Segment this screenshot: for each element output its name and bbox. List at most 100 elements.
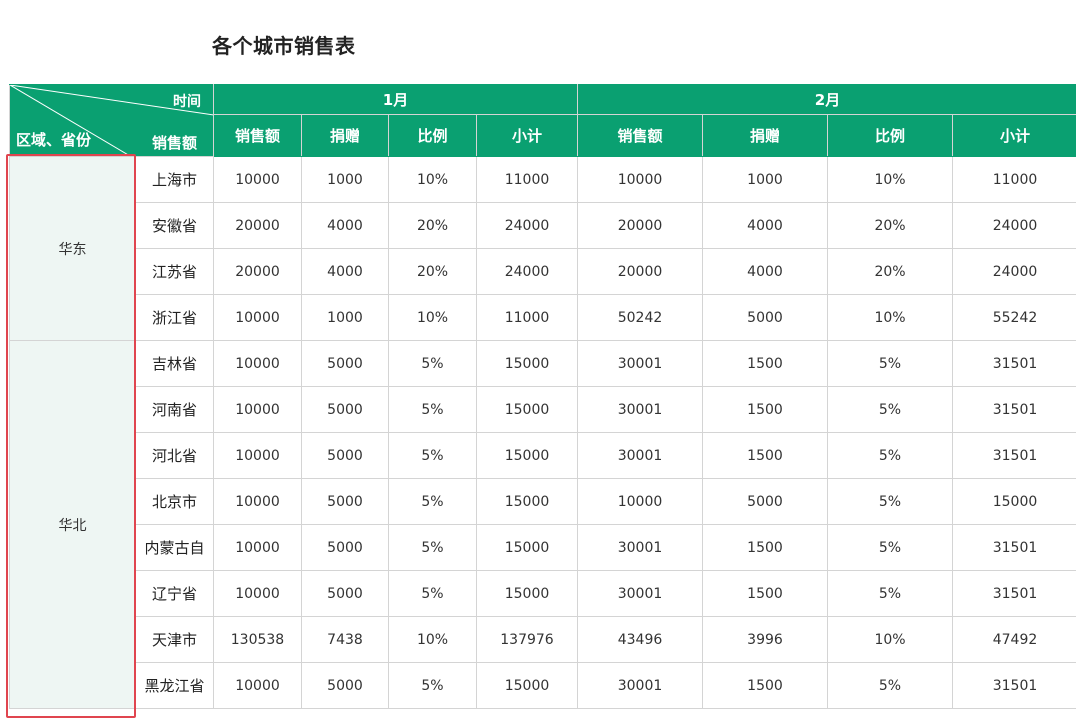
- value-cell[interactable]: 5000: [702, 294, 828, 341]
- province-cell[interactable]: 辽宁省: [135, 570, 214, 617]
- province-cell[interactable]: 吉林省: [135, 340, 214, 387]
- value-cell[interactable]: 24000: [476, 202, 578, 249]
- value-cell[interactable]: 5%: [388, 570, 477, 617]
- value-cell[interactable]: 30001: [577, 570, 703, 617]
- value-cell[interactable]: 5000: [301, 340, 389, 387]
- value-cell[interactable]: 1500: [702, 570, 828, 617]
- value-cell[interactable]: 20%: [827, 202, 953, 249]
- value-cell[interactable]: 5000: [301, 524, 389, 571]
- value-cell[interactable]: 5%: [388, 662, 477, 709]
- value-cell[interactable]: 5000: [301, 570, 389, 617]
- value-cell[interactable]: 10000: [213, 570, 302, 617]
- col-header-donation-jan[interactable]: 捐赠: [301, 114, 389, 157]
- value-cell[interactable]: 4000: [301, 202, 389, 249]
- province-cell[interactable]: 江苏省: [135, 248, 214, 295]
- col-header-subtotal-jan[interactable]: 小计: [476, 114, 578, 157]
- value-cell[interactable]: 15000: [476, 570, 578, 617]
- province-cell[interactable]: 天津市: [135, 616, 214, 663]
- value-cell[interactable]: 31501: [952, 524, 1076, 571]
- value-cell[interactable]: 15000: [476, 340, 578, 387]
- value-cell[interactable]: 5%: [827, 570, 953, 617]
- province-cell[interactable]: 河南省: [135, 386, 214, 433]
- value-cell[interactable]: 55242: [952, 294, 1076, 341]
- value-cell[interactable]: 20%: [827, 248, 953, 295]
- value-cell[interactable]: 10000: [213, 294, 302, 341]
- value-cell[interactable]: 10%: [388, 616, 477, 663]
- value-cell[interactable]: 15000: [476, 432, 578, 479]
- value-cell[interactable]: 10%: [827, 616, 953, 663]
- value-cell[interactable]: 50242: [577, 294, 703, 341]
- value-cell[interactable]: 5%: [388, 386, 477, 433]
- value-cell[interactable]: 4000: [301, 248, 389, 295]
- value-cell[interactable]: 5000: [301, 386, 389, 433]
- value-cell[interactable]: 10%: [827, 156, 953, 203]
- region-cell-north[interactable]: 华北: [9, 340, 136, 709]
- value-cell[interactable]: 1000: [301, 294, 389, 341]
- value-cell[interactable]: 15000: [952, 478, 1076, 525]
- value-cell[interactable]: 20%: [388, 202, 477, 249]
- value-cell[interactable]: 24000: [952, 248, 1076, 295]
- value-cell[interactable]: 47492: [952, 616, 1076, 663]
- value-cell[interactable]: 11000: [952, 156, 1076, 203]
- month-header-feb[interactable]: 2月: [577, 84, 1076, 115]
- province-cell[interactable]: 河北省: [135, 432, 214, 479]
- value-cell[interactable]: 31501: [952, 340, 1076, 387]
- value-cell[interactable]: 15000: [476, 386, 578, 433]
- value-cell[interactable]: 10000: [213, 662, 302, 709]
- value-cell[interactable]: 5%: [388, 340, 477, 387]
- value-cell[interactable]: 15000: [476, 662, 578, 709]
- value-cell[interactable]: 20%: [388, 248, 477, 295]
- value-cell[interactable]: 20000: [213, 202, 302, 249]
- value-cell[interactable]: 10000: [213, 156, 302, 203]
- value-cell[interactable]: 5%: [827, 432, 953, 479]
- value-cell[interactable]: 1500: [702, 524, 828, 571]
- value-cell[interactable]: 10000: [577, 156, 703, 203]
- value-cell[interactable]: 1000: [702, 156, 828, 203]
- value-cell[interactable]: 1500: [702, 340, 828, 387]
- value-cell[interactable]: 10000: [213, 432, 302, 479]
- value-cell[interactable]: 5%: [388, 478, 477, 525]
- province-cell[interactable]: 内蒙古自: [135, 524, 214, 571]
- value-cell[interactable]: 11000: [476, 156, 578, 203]
- col-header-subtotal-feb[interactable]: 小计: [952, 114, 1076, 157]
- value-cell[interactable]: 24000: [476, 248, 578, 295]
- value-cell[interactable]: 10000: [213, 524, 302, 571]
- value-cell[interactable]: 31501: [952, 386, 1076, 433]
- value-cell[interactable]: 1500: [702, 432, 828, 479]
- value-cell[interactable]: 20000: [577, 248, 703, 295]
- value-cell[interactable]: 1500: [702, 662, 828, 709]
- col-header-ratio-jan[interactable]: 比例: [388, 114, 477, 157]
- value-cell[interactable]: 5000: [301, 662, 389, 709]
- value-cell[interactable]: 7438: [301, 616, 389, 663]
- value-cell[interactable]: 30001: [577, 432, 703, 479]
- value-cell[interactable]: 5%: [388, 432, 477, 479]
- value-cell[interactable]: 5%: [827, 386, 953, 433]
- col-header-ratio-feb[interactable]: 比例: [827, 114, 953, 157]
- value-cell[interactable]: 11000: [476, 294, 578, 341]
- value-cell[interactable]: 30001: [577, 524, 703, 571]
- col-header-sales-feb[interactable]: 销售额: [577, 114, 703, 157]
- region-cell-east[interactable]: 华东: [9, 156, 136, 341]
- value-cell[interactable]: 15000: [476, 524, 578, 571]
- value-cell[interactable]: 30001: [577, 386, 703, 433]
- value-cell[interactable]: 5%: [827, 524, 953, 571]
- value-cell[interactable]: 1000: [301, 156, 389, 203]
- value-cell[interactable]: 3996: [702, 616, 828, 663]
- value-cell[interactable]: 24000: [952, 202, 1076, 249]
- value-cell[interactable]: 137976: [476, 616, 578, 663]
- value-cell[interactable]: 10000: [213, 386, 302, 433]
- value-cell[interactable]: 43496: [577, 616, 703, 663]
- col-header-sales-jan[interactable]: 销售额: [213, 114, 302, 157]
- value-cell[interactable]: 10%: [388, 294, 477, 341]
- value-cell[interactable]: 30001: [577, 340, 703, 387]
- month-header-jan[interactable]: 1月: [213, 84, 578, 115]
- value-cell[interactable]: 5000: [702, 478, 828, 525]
- value-cell[interactable]: 4000: [702, 202, 828, 249]
- value-cell[interactable]: 1500: [702, 386, 828, 433]
- value-cell[interactable]: 5%: [827, 340, 953, 387]
- value-cell[interactable]: 31501: [952, 570, 1076, 617]
- value-cell[interactable]: 20000: [213, 248, 302, 295]
- value-cell[interactable]: 20000: [577, 202, 703, 249]
- province-cell[interactable]: 北京市: [135, 478, 214, 525]
- value-cell[interactable]: 5000: [301, 478, 389, 525]
